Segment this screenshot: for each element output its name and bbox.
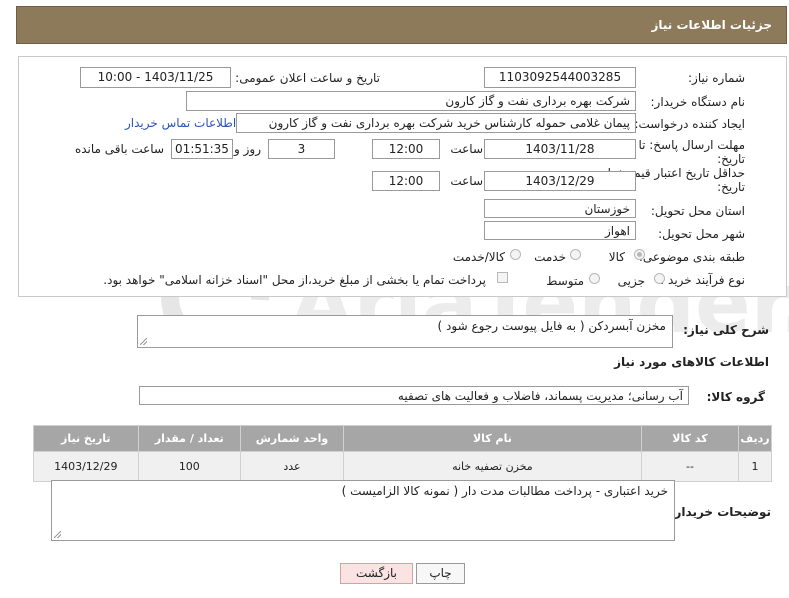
col-row: ردیف <box>738 425 772 452</box>
page-title: جزئیات اطلاعات نیاز <box>651 18 772 32</box>
city-label: شهر محل تحویل: <box>658 227 745 241</box>
page-header: جزئیات اطلاعات نیاز <box>16 6 787 44</box>
price-validity-label-2: تاریخ: <box>717 180 745 194</box>
city-field: اهواز <box>484 221 636 240</box>
category-radio-service[interactable] <box>570 249 581 260</box>
need-number-label: شماره نیاز: <box>688 71 745 85</box>
col-quantity: تعداد / مقدار <box>137 425 242 452</box>
process-option-minor: جزیی <box>617 274 645 288</box>
cell-name: مخزن تصفیه خانه <box>342 451 642 482</box>
reply-date-field: 1403/11/28 <box>484 139 636 159</box>
back-button[interactable]: بازگشت <box>340 563 413 584</box>
process-type-label: نوع فرآیند خرید : <box>660 273 745 287</box>
print-button[interactable]: چاپ <box>416 563 465 584</box>
col-name: نام کالا <box>342 425 642 452</box>
treasury-checkbox[interactable] <box>497 272 508 283</box>
items-table: ردیف کد کالا نام کالا واحد شمارش تعداد /… <box>33 425 772 482</box>
announce-datetime-field: 1403/11/25 - 10:00 <box>80 67 231 88</box>
goods-group-field: آب رسانی؛ مدیریت پسماند، فاضلاب و فعالیت… <box>139 386 689 405</box>
col-unit: واحد شمارش <box>240 425 344 452</box>
price-validity-date-field: 1403/12/29 <box>484 171 636 191</box>
need-number-field: 1103092544003285 <box>484 67 636 88</box>
goods-info-title: اطلاعات کالاهای مورد نیاز <box>614 355 769 369</box>
category-radio-goods[interactable] <box>634 249 645 260</box>
price-validity-time-field: 12:00 <box>372 171 440 191</box>
cell-row: 1 <box>738 451 772 482</box>
reply-deadline-label-2: تاریخ: <box>717 152 745 166</box>
goods-group-label: گروه کالا: <box>706 390 765 404</box>
process-radio-medium[interactable] <box>589 273 600 284</box>
remaining-label: ساعت باقی مانده <box>74 142 164 156</box>
buyer-org-field: شرکت بهره برداری نفت و گاز کارون <box>186 91 636 111</box>
col-code: کد کالا <box>640 425 740 452</box>
process-radio-minor[interactable] <box>654 273 665 284</box>
province-label: استان محل تحویل: <box>650 204 745 218</box>
days-field: 3 <box>268 139 335 159</box>
cell-need-date: 1403/12/29 <box>33 451 139 482</box>
col-need-date: تاریخ نیاز <box>33 425 139 452</box>
summary-label: شرح کلی نیاز: <box>683 323 769 337</box>
price-validity-time-label: ساعت <box>450 174 483 188</box>
days-label: روز و <box>234 142 261 156</box>
table-header-row: ردیف کد کالا نام کالا واحد شمارش تعداد /… <box>33 425 772 452</box>
cell-unit: عدد <box>240 451 344 482</box>
summary-textarea[interactable]: مخزن آبسردکن ( به فایل پیوست رجوع شود ) <box>137 315 673 348</box>
reply-time-label: ساعت <box>450 142 483 156</box>
buyer-org-label: نام دستگاه خریدار: <box>650 95 746 109</box>
buyer-notes-textarea[interactable]: خرید اعتباری - پرداخت مطالبات مدت دار ( … <box>51 480 675 541</box>
cell-code: -- <box>640 451 740 482</box>
buyer-notes-label: توضیحات خریدار: <box>669 505 771 519</box>
reply-time-field: 12:00 <box>372 139 440 159</box>
remaining-time-field: 01:51:35 <box>171 139 233 159</box>
province-field: خوزستان <box>484 199 636 218</box>
category-option-goods: کالا <box>608 250 625 264</box>
process-option-medium: متوسط <box>546 274 584 288</box>
announce-datetime-label: تاریخ و ساعت اعلان عمومی: <box>235 71 380 85</box>
category-label: طبقه بندی موضوعی: <box>638 250 745 264</box>
buyer-contact-link[interactable]: اطلاعات تماس خریدار <box>125 116 236 130</box>
table-row: 1 -- مخزن تصفیه خانه عدد 100 1403/12/29 <box>33 451 772 482</box>
treasury-note: پرداخت تمام یا بخشی از مبلغ خرید،از محل … <box>103 273 486 287</box>
category-option-goods-service: کالا/خدمت <box>452 250 505 264</box>
category-option-service: خدمت <box>534 250 566 264</box>
cell-quantity: 100 <box>137 451 242 482</box>
creator-field: پیمان غلامی حموله کارشناس خرید شرکت بهره… <box>236 113 636 133</box>
creator-label: ایجاد کننده درخواست: <box>634 117 745 131</box>
category-radio-goods-service[interactable] <box>510 249 521 260</box>
reply-deadline-label: مهلت ارسال پاسخ: تا <box>638 138 745 152</box>
